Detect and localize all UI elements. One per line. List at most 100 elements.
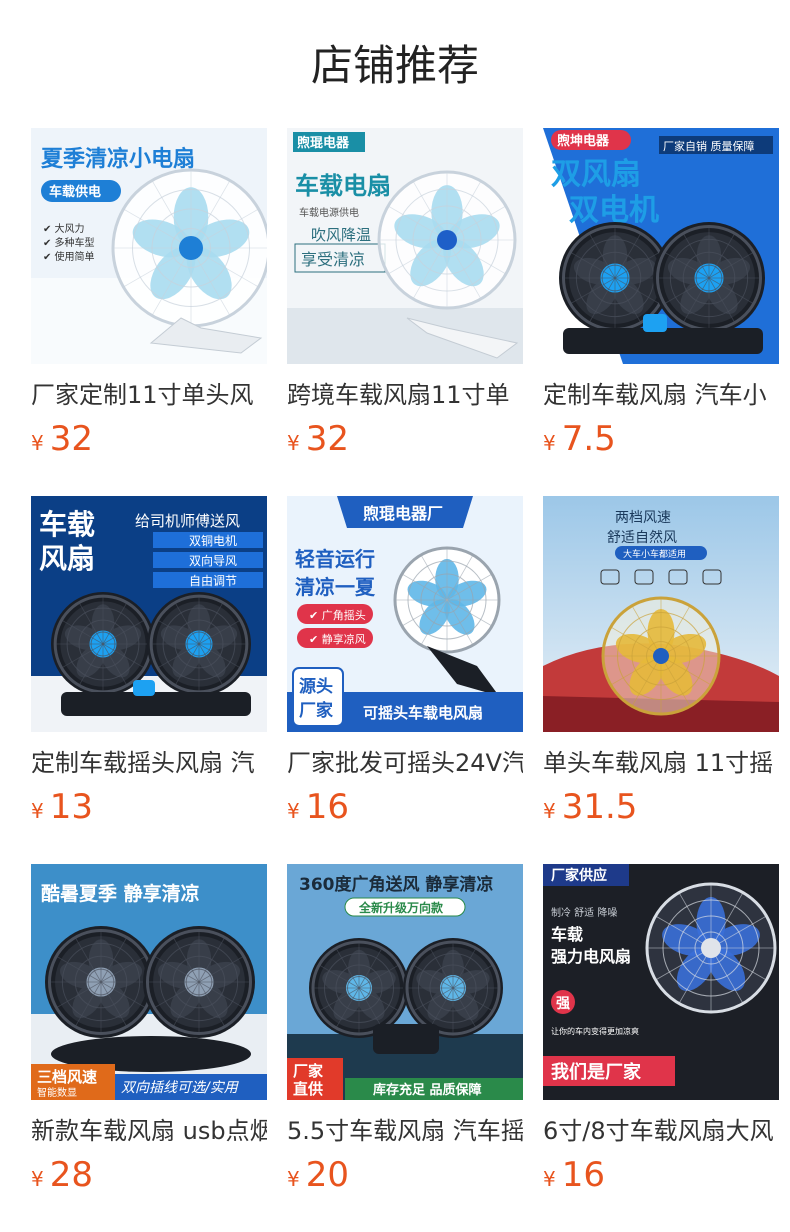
product-card[interactable]: 夏季清凉小电扇 车载供电 ✔ 大风力 ✔ 多种车型 ✔ 使用简单 厂家定制11寸…: [31, 128, 267, 496]
svg-text:给司机师傅送风: 给司机师傅送风: [135, 512, 240, 530]
product-image[interactable]: 煦琨电器厂 轻音运行 清凉一夏 ✔ 广角摇头 ✔ 静享凉风 源头 厂家 可摇头车…: [287, 496, 523, 732]
svg-text:风扇: 风扇: [39, 542, 95, 575]
product-price: ¥31.5: [543, 787, 779, 833]
svg-text:全新升级万向款: 全新升级万向款: [358, 900, 444, 915]
price-value: 31.5: [561, 787, 638, 827]
svg-text:双铜电机: 双铜电机: [189, 533, 237, 548]
price-value: 20: [305, 1155, 349, 1195]
product-grid: 夏季清凉小电扇 车载供电 ✔ 大风力 ✔ 多种车型 ✔ 使用简单 厂家定制11寸…: [31, 128, 779, 1232]
svg-text:360度广角送风 静享清凉: 360度广角送风 静享清凉: [299, 874, 493, 895]
product-card[interactable]: 车载 风扇 给司机师傅送风 双铜电机 双向导风 自由调节 定制车载摇头风扇 汽 ¥…: [31, 496, 267, 864]
currency-symbol: ¥: [543, 1167, 556, 1191]
svg-text:享受清凉: 享受清凉: [301, 250, 365, 269]
svg-text:智能数显: 智能数显: [37, 1086, 77, 1099]
svg-text:让你的车内变得更加凉爽: 让你的车内变得更加凉爽: [551, 1026, 639, 1036]
product-card[interactable]: 两档风速 舒适自然风 大车小车都适用 单头车载风扇 11寸摇 ¥31.5: [543, 496, 779, 864]
svg-text:厂家供应: 厂家供应: [551, 867, 607, 884]
price-value: 32: [49, 419, 93, 459]
svg-text:✔ 使用简单: ✔ 使用简单: [43, 250, 95, 263]
svg-text:✔ 广角摇头: ✔ 广角摇头: [309, 608, 366, 622]
svg-text:✔ 多种车型: ✔ 多种车型: [43, 236, 95, 249]
price-value: 13: [49, 787, 93, 827]
svg-text:✔ 大风力: ✔ 大风力: [43, 222, 85, 235]
price-value: 16: [305, 787, 349, 827]
product-image[interactable]: 煦琨电器 车载电扇 车载电源供电 吹风降温 享受清凉: [287, 128, 523, 364]
svg-text:煦琨电器厂: 煦琨电器厂: [363, 504, 443, 523]
svg-text:轻音运行: 轻音运行: [295, 547, 375, 571]
price-value: 16: [561, 1155, 605, 1195]
product-price: ¥7.5: [543, 419, 779, 465]
currency-symbol: ¥: [31, 431, 44, 455]
svg-text:厂家自销 质量保障: 厂家自销 质量保障: [663, 139, 755, 153]
product-image[interactable]: 两档风速 舒适自然风 大车小车都适用: [543, 496, 779, 732]
svg-text:强力电风扇: 强力电风扇: [551, 947, 631, 966]
product-image[interactable]: 车载 风扇 给司机师傅送风 双铜电机 双向导风 自由调节: [31, 496, 267, 732]
product-image[interactable]: 360度广角送风 静享清凉 全新升级万向款 厂家 直供 库存充足 品质保障: [287, 864, 523, 1100]
svg-text:三档风速: 三档风速: [37, 1068, 97, 1086]
product-name[interactable]: 厂家批发可摇头24V汽: [287, 747, 523, 779]
product-name[interactable]: 定制车载风扇 汽车小: [543, 379, 779, 411]
currency-symbol: ¥: [543, 431, 556, 455]
product-name[interactable]: 厂家定制11寸单头风: [31, 379, 267, 411]
product-price: ¥16: [287, 787, 523, 833]
product-price: ¥16: [543, 1155, 779, 1201]
svg-text:双向插线可选/实用: 双向插线可选/实用: [121, 1080, 240, 1096]
svg-text:夏季清凉小电扇: 夏季清凉小电扇: [41, 146, 195, 172]
svg-text:煦坤电器: 煦坤电器: [557, 133, 610, 149]
svg-text:厂家: 厂家: [299, 700, 333, 721]
price-value: 7.5: [561, 419, 616, 459]
svg-text:双风扇: 双风扇: [551, 157, 641, 192]
svg-text:车载电源供电: 车载电源供电: [299, 206, 359, 219]
product-name[interactable]: 新款车载风扇 usb点烟: [31, 1115, 267, 1147]
product-price: ¥32: [287, 419, 523, 465]
svg-text:库存充足 品质保障: 库存充足 品质保障: [373, 1082, 482, 1098]
svg-text:直供: 直供: [293, 1080, 323, 1098]
svg-text:可摇头车载电风扇: 可摇头车载电风扇: [363, 704, 483, 722]
svg-text:大车小车都适用: 大车小车都适用: [623, 548, 686, 560]
svg-text:自由调节: 自由调节: [189, 574, 237, 588]
product-card[interactable]: 360度广角送风 静享清凉 全新升级万向款 厂家 直供 库存充足 品质保障 5.5…: [287, 864, 523, 1232]
product-price: ¥28: [31, 1155, 267, 1201]
product-price: ¥13: [31, 787, 267, 833]
svg-text:厂家: 厂家: [293, 1062, 323, 1080]
product-name[interactable]: 定制车载摇头风扇 汽: [31, 747, 267, 779]
svg-text:强: 强: [556, 996, 570, 1012]
price-value: 28: [49, 1155, 93, 1195]
svg-text:煦琨电器: 煦琨电器: [297, 135, 350, 151]
currency-symbol: ¥: [287, 799, 300, 823]
currency-symbol: ¥: [543, 799, 556, 823]
product-image[interactable]: 夏季清凉小电扇 车载供电 ✔ 大风力 ✔ 多种车型 ✔ 使用简单: [31, 128, 267, 364]
product-image[interactable]: 煦坤电器 厂家自销 质量保障 双风扇 双电机: [543, 128, 779, 364]
product-image[interactable]: 厂家供应 制冷 舒适 降噪 车载 强力电风扇 强 让你的车内变得更加凉爽 我们是…: [543, 864, 779, 1100]
svg-text:我们是厂家: 我们是厂家: [551, 1061, 642, 1083]
currency-symbol: ¥: [287, 431, 300, 455]
product-image[interactable]: 酷暑夏季 静享清凉 三档风速 智能数显 双向插线可选/实用: [31, 864, 267, 1100]
svg-text:✔ 静享凉风: ✔ 静享凉风: [309, 632, 366, 646]
product-name[interactable]: 单头车载风扇 11寸摇: [543, 747, 779, 779]
svg-text:车载电扇: 车载电扇: [295, 172, 391, 200]
product-card[interactable]: 厂家供应 制冷 舒适 降噪 车载 强力电风扇 强 让你的车内变得更加凉爽 我们是…: [543, 864, 779, 1232]
product-card[interactable]: 煦琨电器 车载电扇 车载电源供电 吹风降温 享受清凉 跨境车载风扇11寸单 ¥32: [287, 128, 523, 496]
product-name[interactable]: 跨境车载风扇11寸单: [287, 379, 523, 411]
svg-text:车载: 车载: [39, 508, 95, 541]
svg-text:制冷 舒适 降噪: 制冷 舒适 降噪: [551, 906, 617, 919]
svg-text:车载: 车载: [551, 925, 583, 944]
svg-text:舒适自然风: 舒适自然风: [607, 529, 677, 546]
currency-symbol: ¥: [31, 799, 44, 823]
product-card[interactable]: 煦琨电器厂 轻音运行 清凉一夏 ✔ 广角摇头 ✔ 静享凉风 源头 厂家 可摇头车…: [287, 496, 523, 864]
product-card[interactable]: 酷暑夏季 静享清凉 三档风速 智能数显 双向插线可选/实用新款车载风扇 usb点…: [31, 864, 267, 1232]
price-value: 32: [305, 419, 349, 459]
product-price: ¥32: [31, 419, 267, 465]
currency-symbol: ¥: [31, 1167, 44, 1191]
svg-text:源头: 源头: [299, 676, 333, 697]
svg-text:酷暑夏季 静享清凉: 酷暑夏季 静享清凉: [41, 882, 200, 905]
currency-symbol: ¥: [287, 1167, 300, 1191]
product-price: ¥20: [287, 1155, 523, 1201]
svg-text:车载供电: 车载供电: [49, 184, 101, 200]
svg-text:清凉一夏: 清凉一夏: [295, 575, 376, 599]
product-name[interactable]: 5.5寸车载风扇 汽车摇: [287, 1115, 523, 1147]
product-card[interactable]: 煦坤电器 厂家自销 质量保障 双风扇 双电机 定制车载风扇 汽车小 ¥7.5: [543, 128, 779, 496]
svg-text:两档风速: 两档风速: [615, 510, 671, 526]
product-name[interactable]: 6寸/8寸车载风扇大风: [543, 1115, 779, 1147]
svg-text:双向导风: 双向导风: [189, 553, 237, 568]
